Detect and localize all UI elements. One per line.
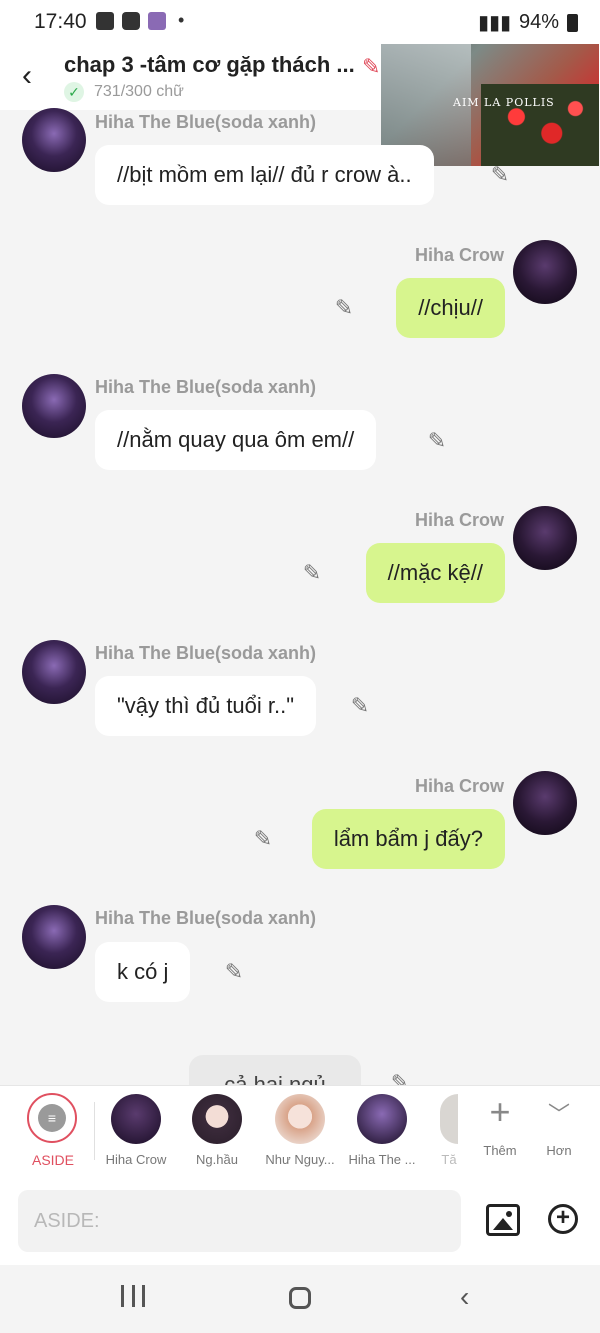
- battery-icon: [567, 13, 578, 32]
- edit-title-pencil-icon[interactable]: ✎: [362, 54, 380, 80]
- message-bubble[interactable]: lẩm bẩm j đấy?: [311, 809, 505, 869]
- sender-name: Hiha Crow: [414, 776, 504, 796]
- character-avatar-partial[interactable]: [440, 1094, 458, 1144]
- add-character-label: Thêm: [483, 1143, 517, 1158]
- avatar-hiha-the-blue[interactable]: [22, 905, 86, 969]
- edit-pencil-icon[interactable]: ✎: [250, 826, 276, 852]
- aside-chat-icon: ≡: [38, 1104, 66, 1132]
- sender-name: Hiha Crow: [414, 510, 504, 530]
- add-character-plus-icon[interactable]: +: [484, 1094, 516, 1130]
- character-label: Hiha Crow: [105, 1152, 167, 1167]
- message-bubble[interactable]: //mặc kệ//: [365, 543, 505, 603]
- character-label: Tă: [441, 1152, 457, 1167]
- battery-percent: 94%: [518, 11, 559, 33]
- gallery-notification-icon: [96, 12, 114, 30]
- back-arrow-icon[interactable]: ‹: [22, 61, 46, 91]
- character-avatar-ng-hau[interactable]: [192, 1094, 242, 1144]
- edit-pencil-icon[interactable]: ✎: [347, 693, 373, 719]
- avatar-hiha-crow[interactable]: [513, 240, 577, 304]
- sender-name: Hiha The Blue(soda xanh): [95, 643, 317, 663]
- avatar-hiha-the-blue[interactable]: [22, 108, 86, 172]
- sender-name: Hiha The Blue(soda xanh): [95, 377, 317, 397]
- message-bubble[interactable]: //nằm quay qua ôm em//: [95, 410, 377, 470]
- avatar-hiha-crow[interactable]: [513, 506, 577, 570]
- message-input[interactable]: [18, 1190, 461, 1252]
- status-indicators: ▮▮▮ 94%: [478, 10, 578, 35]
- chapter-title: chap 3 -tâm cơ gặp thách ...: [64, 52, 355, 77]
- avatar-hiha-crow[interactable]: [513, 771, 577, 835]
- word-count: 731/300 chữ: [94, 83, 184, 100]
- status-time: 17:40: [34, 10, 87, 33]
- home-icon[interactable]: [289, 1287, 311, 1309]
- sender-name: Hiha The Blue(soda xanh): [95, 112, 317, 132]
- image-icon-mountain: [493, 1218, 513, 1230]
- app-notification-icon: [148, 12, 166, 30]
- character-label: Như Nguy...: [265, 1152, 335, 1167]
- more-notifications-dot: •: [178, 10, 185, 30]
- sender-name: Hiha The Blue(soda xanh): [95, 908, 317, 928]
- message-bubble[interactable]: //bịt mồm em lại// đủ r crow à..: [95, 145, 434, 205]
- character-label: Ng.hầu: [196, 1152, 238, 1167]
- signal-icon: ▮▮▮: [477, 12, 511, 34]
- character-divider: [94, 1102, 95, 1160]
- character-avatar-hiha-the-blue[interactable]: [357, 1094, 407, 1144]
- expand-label: Hơn: [546, 1143, 572, 1158]
- aside-button[interactable]: ≡: [27, 1093, 77, 1143]
- edit-pencil-icon[interactable]: ✎: [487, 162, 513, 188]
- edit-pencil-icon[interactable]: ✎: [331, 295, 357, 321]
- zalo-notification-icon: [122, 12, 140, 30]
- character-avatar-hiha-crow[interactable]: [111, 1094, 161, 1144]
- sender-name: Hiha Crow: [414, 245, 504, 265]
- thumbnail-caption: AIM LA POLLIS: [453, 96, 555, 109]
- chevron-down-icon[interactable]: ﹀: [545, 1097, 573, 1129]
- recents-icon[interactable]: [121, 1285, 145, 1309]
- image-icon[interactable]: [486, 1204, 520, 1236]
- character-avatar-nhu-nguyet[interactable]: [275, 1094, 325, 1144]
- check-icon: ✓: [64, 82, 84, 102]
- avatar-hiha-the-blue[interactable]: [22, 640, 86, 704]
- message-bubble[interactable]: "vậy thì đủ tuổi r..": [95, 676, 317, 736]
- edit-pencil-icon[interactable]: ✎: [299, 560, 325, 586]
- edit-pencil-icon[interactable]: ✎: [424, 428, 450, 454]
- message-bubble[interactable]: //chịu//: [396, 278, 505, 338]
- image-icon-sun: [506, 1211, 512, 1217]
- aside-label: ASIDE: [31, 1152, 74, 1168]
- avatar-hiha-the-blue[interactable]: [22, 374, 86, 438]
- edit-pencil-icon[interactable]: ✎: [221, 959, 247, 985]
- character-label: Hiha The ...: [348, 1152, 416, 1167]
- add-circle-icon[interactable]: +: [548, 1204, 578, 1234]
- message-bubble[interactable]: k có j: [95, 942, 191, 1002]
- nav-back-icon[interactable]: ‹: [460, 1281, 469, 1313]
